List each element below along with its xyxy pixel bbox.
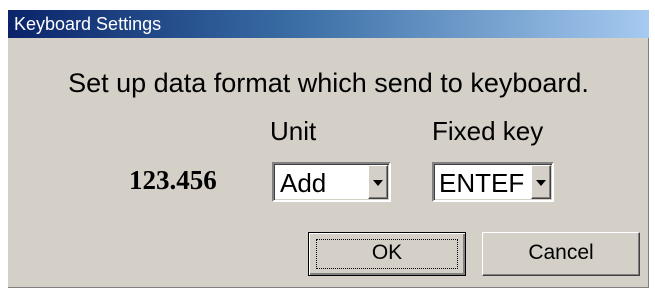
instruction-text: Set up data format which send to keyboar… xyxy=(68,68,589,98)
fixed-key-select[interactable]: ENTEF xyxy=(432,162,554,202)
keyboard-settings-dialog: Keyboard Settings Set up data format whi… xyxy=(8,10,649,288)
cancel-button-label: Cancel xyxy=(528,241,594,264)
fixed-key-dropdown-button[interactable] xyxy=(531,165,551,199)
unit-dropdown-button[interactable] xyxy=(368,165,388,199)
title-bar[interactable]: Keyboard Settings xyxy=(8,10,649,38)
unit-label: Unit xyxy=(270,116,317,146)
sample-value: 123.456 xyxy=(129,165,217,195)
chevron-down-icon xyxy=(373,180,383,186)
unit-select-value: Add xyxy=(280,168,327,198)
chevron-down-icon xyxy=(536,180,546,186)
cancel-button[interactable]: Cancel xyxy=(482,232,640,276)
fixed-key-select-value: ENTEF xyxy=(439,168,525,198)
unit-select[interactable]: Add xyxy=(272,162,391,202)
focus-rectangle xyxy=(316,239,458,269)
window-title: Keyboard Settings xyxy=(14,14,162,34)
ok-button[interactable]: OK xyxy=(308,232,466,276)
fixed-key-label: Fixed key xyxy=(432,116,544,146)
